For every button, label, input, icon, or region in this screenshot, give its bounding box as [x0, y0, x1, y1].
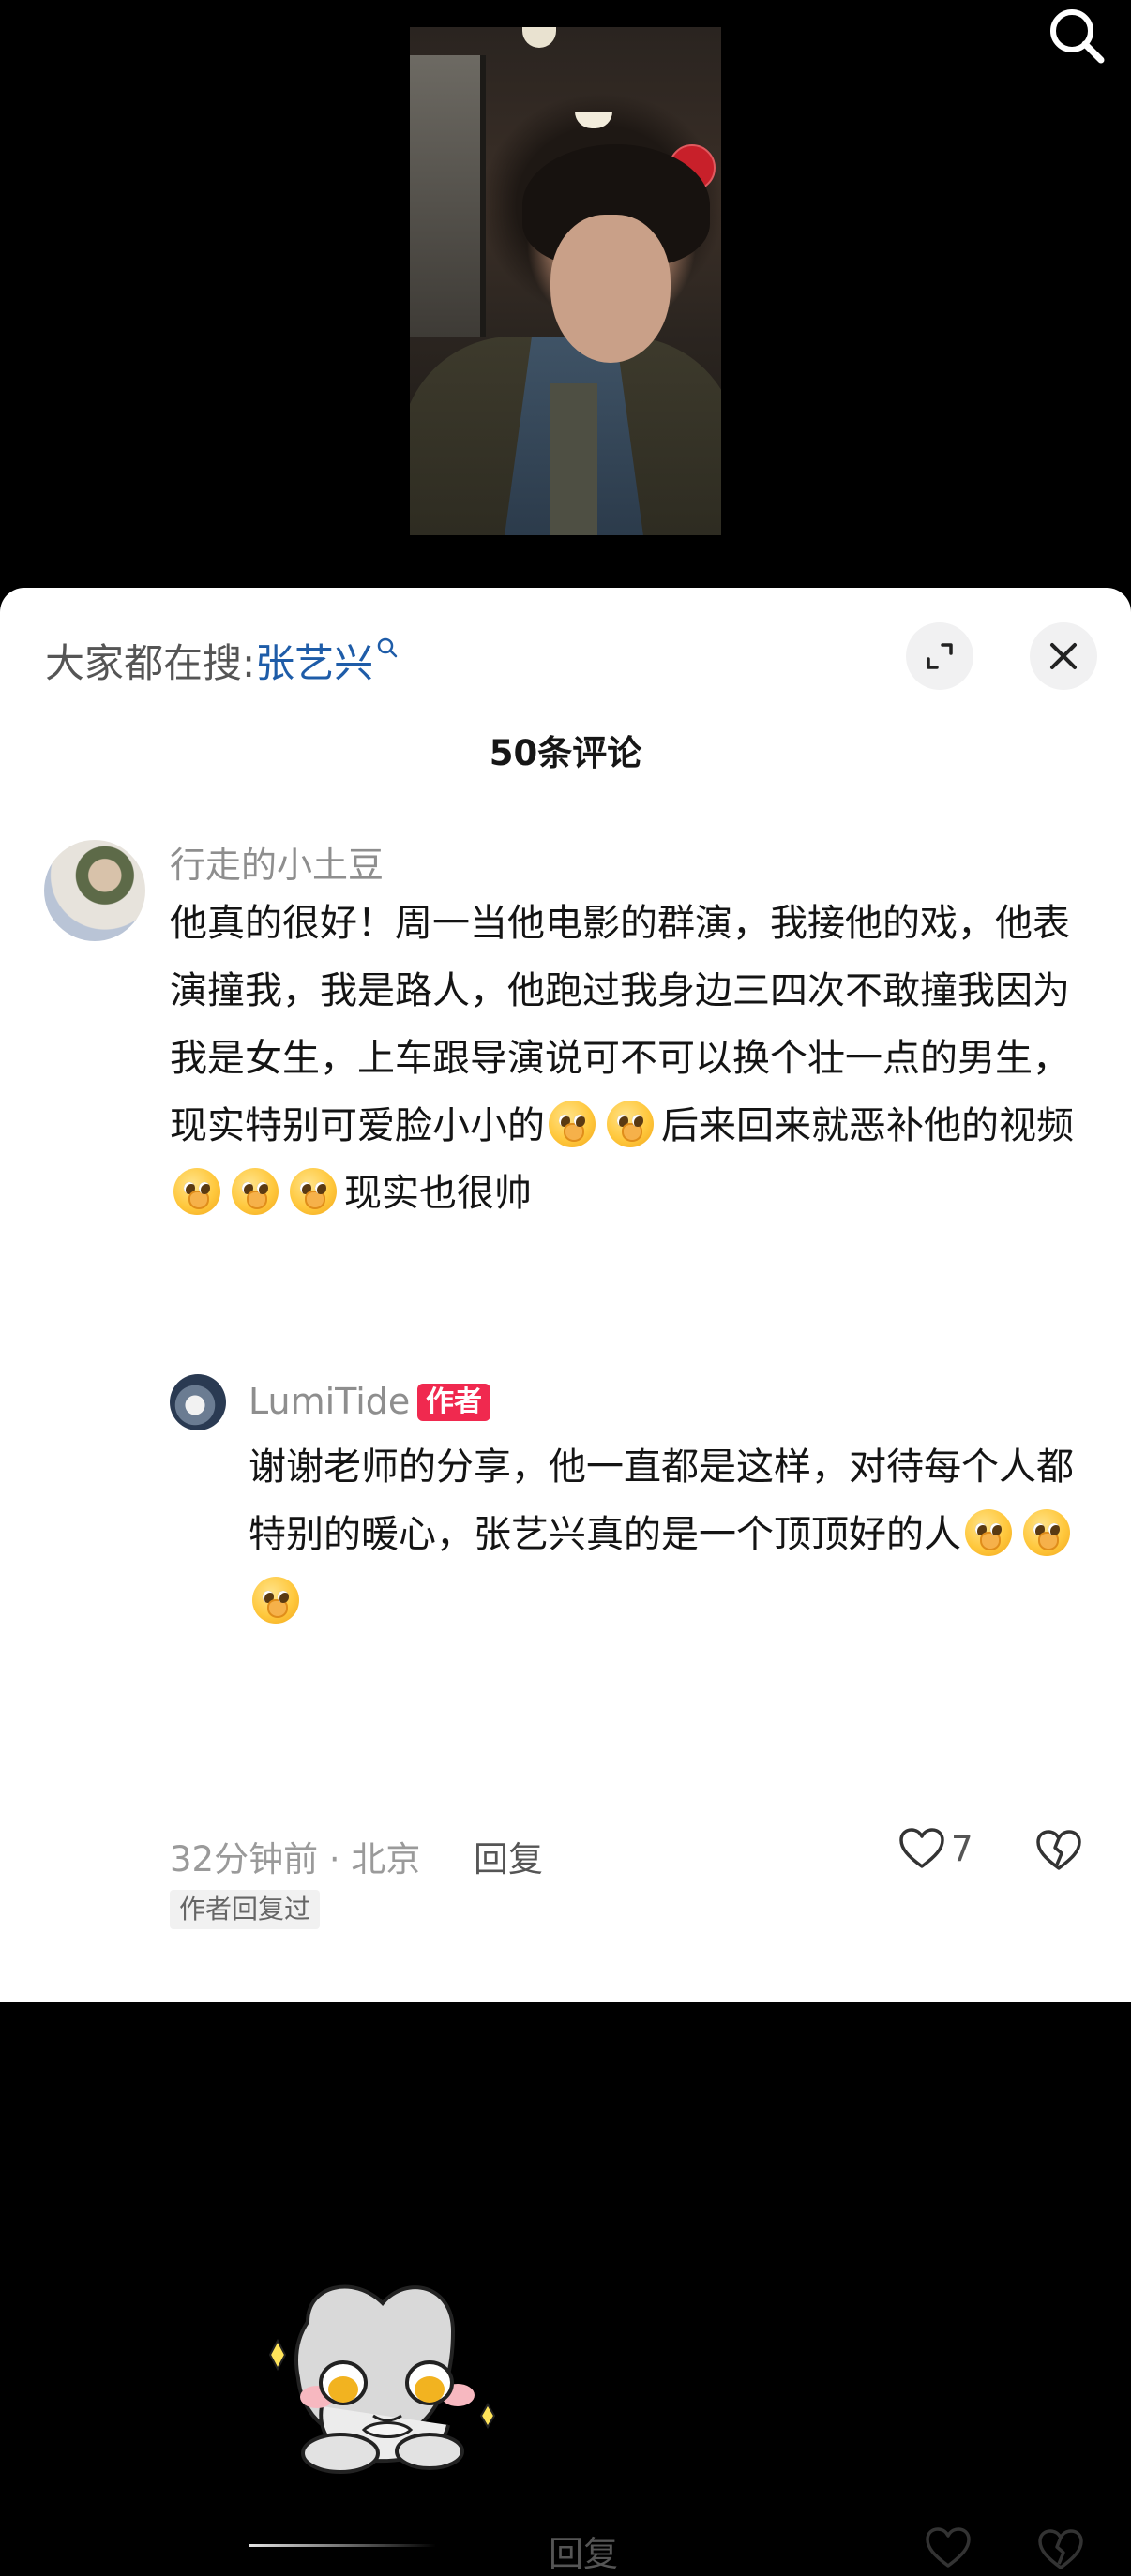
heart-icon	[899, 1828, 944, 1868]
avatar[interactable]	[170, 1374, 226, 1430]
comment-text-part: 后来回来就恶补他的视频	[661, 1104, 1074, 1147]
pleading-face-emoji	[173, 1168, 220, 1215]
comment-sheet: 大家都在搜:张艺兴 50条评论 行走的小土豆 他真的很好！周一当他电影的群演，我…	[0, 588, 1131, 2574]
comment-time-location: 32分钟前 · 北京	[170, 1839, 421, 1880]
heart-icon[interactable]	[925, 2526, 972, 2569]
pleading-face-emoji	[965, 1509, 1012, 1556]
reply-username[interactable]: LumiTide	[249, 1381, 410, 1422]
expand-icon	[927, 643, 953, 669]
divider	[249, 2544, 436, 2547]
hot-search-bar[interactable]: 大家都在搜:张艺兴	[45, 632, 400, 689]
broken-heart-icon[interactable]	[1035, 1829, 1082, 1872]
reply-button[interactable]: 回复	[549, 2525, 618, 2576]
video-frame[interactable]	[410, 27, 721, 535]
video-player[interactable]	[0, 0, 1131, 600]
search-icon[interactable]	[1043, 2, 1110, 69]
avatar[interactable]	[44, 840, 145, 941]
pleading-face-emoji	[607, 1101, 654, 1147]
author-badge: 作者	[417, 1384, 490, 1421]
like-button[interactable]: 7	[898, 1827, 973, 1870]
pleading-face-emoji	[232, 1168, 279, 1215]
broken-heart-icon[interactable]	[1037, 2528, 1084, 2571]
author-replied-badge: 作者回复过	[170, 1890, 321, 1929]
close-button[interactable]	[1030, 622, 1097, 690]
pleading-face-emoji	[1023, 1509, 1070, 1556]
close-icon	[1050, 643, 1077, 669]
comment-text-part: 现实也很帅	[344, 1172, 532, 1215]
comment-text: 他真的很好！周一当他电影的群演，我接他的戏，他表演撞我，我是路人，他跑过我身边三…	[170, 890, 1089, 1227]
sticker-image[interactable]	[251, 2266, 533, 2491]
search-icon	[377, 637, 398, 658]
reply-button[interactable]: 回复	[474, 1831, 543, 1881]
expand-button[interactable]	[906, 622, 973, 690]
like-count: 7	[951, 1828, 973, 1869]
pleading-face-emoji	[290, 1168, 337, 1215]
hot-search-prefix: 大家都在搜:	[45, 640, 256, 686]
comment-username[interactable]: 行走的小土豆	[170, 836, 384, 888]
pleading-face-emoji	[252, 1577, 299, 1624]
hot-search-keyword[interactable]: 张艺兴	[255, 640, 373, 686]
pleading-face-emoji	[549, 1101, 596, 1147]
reply-text-part: 谢谢老师的分享，他一直都是这样，对待每个人都特别的暖心，张艺兴真的是一个顶顶好的…	[249, 1445, 1074, 1556]
comments-count-title: 50条评论	[489, 733, 642, 773]
reply-text: 谢谢老师的分享，他一直都是这样，对待每个人都特别的暖心，张艺兴真的是一个顶顶好的…	[249, 1433, 1093, 1636]
